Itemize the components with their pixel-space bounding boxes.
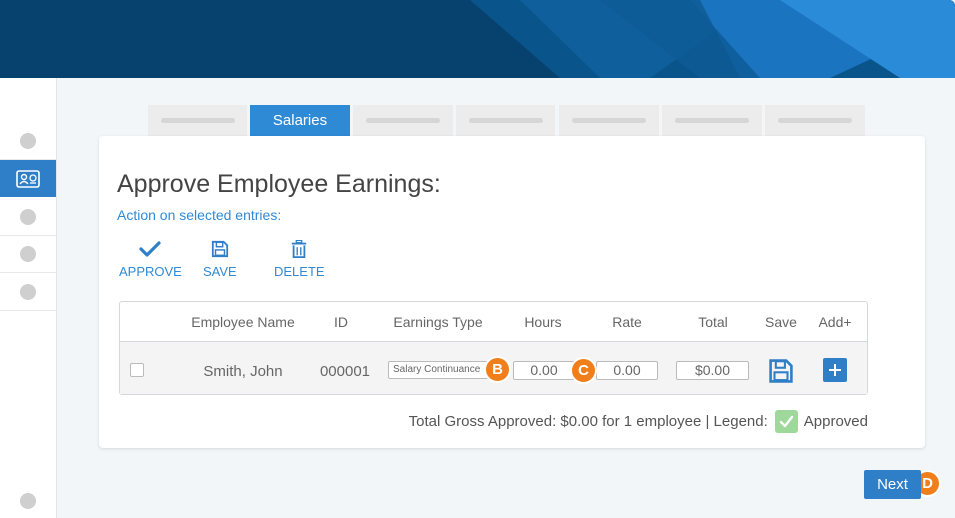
tab-1[interactable] [148, 105, 247, 136]
earnings-type-select[interactable]: Salary Continuance [388, 361, 488, 379]
tab-salaries[interactable]: Salaries [250, 105, 350, 136]
sidebar-item-employee[interactable] [0, 160, 56, 197]
tab-placeholder [675, 118, 749, 123]
trash-icon [292, 240, 307, 258]
table-header: Employee Name ID Earnings Type Hours Rat… [120, 302, 867, 342]
floppy-disk-icon [211, 240, 228, 258]
banner-graphic [0, 0, 955, 78]
sidebar-item-4[interactable] [0, 236, 56, 273]
col-earnings-type: Earnings Type [393, 314, 483, 330]
action-label: Action on selected entries: [117, 207, 282, 223]
earnings-card: Approve Employee Earnings: Action on sel… [99, 136, 925, 448]
tab-7[interactable] [765, 105, 865, 136]
sidebar [0, 78, 57, 518]
sidebar-placeholder-icon [20, 246, 36, 262]
sidebar-item-bottom[interactable] [0, 482, 56, 518]
save-label: SAVE [203, 264, 237, 279]
col-hours: Hours [524, 314, 562, 330]
total-field: $0.00 [676, 361, 749, 380]
sidebar-placeholder-icon [20, 492, 36, 509]
save-selected-button[interactable]: SAVE [203, 240, 237, 279]
employee-id-cell: 000001 [319, 363, 371, 380]
tab-placeholder [366, 118, 440, 123]
tab-placeholder [778, 118, 852, 123]
row-save-icon[interactable] [768, 358, 794, 384]
tab-5[interactable] [559, 105, 659, 136]
rate-input[interactable]: 0.00 [596, 361, 658, 380]
checkmark-icon [139, 241, 162, 257]
plus-icon [829, 364, 841, 376]
hours-input[interactable]: 0.00 [513, 361, 575, 380]
legend-check-icon [779, 415, 793, 428]
callout-badge-b: B [484, 356, 511, 383]
col-id: ID [334, 314, 348, 330]
next-button[interactable]: Next [864, 470, 921, 499]
approve-button[interactable]: APPROVE [119, 240, 182, 279]
delete-button[interactable]: DELETE [274, 240, 325, 279]
sidebar-item-5[interactable] [0, 274, 56, 311]
tab-label: Salaries [272, 112, 328, 129]
tab-placeholder [572, 118, 646, 123]
header-banner [0, 0, 955, 78]
col-rate: Rate [612, 314, 642, 330]
row-select-checkbox[interactable] [130, 363, 144, 377]
add-row-button[interactable] [823, 358, 847, 382]
sidebar-item-3[interactable] [0, 199, 56, 236]
summary-text: Total Gross Approved: $0.00 for 1 employ… [408, 413, 768, 430]
approve-label: APPROVE [119, 264, 182, 279]
sidebar-placeholder-icon [20, 133, 36, 149]
sidebar-placeholder-icon [20, 209, 36, 225]
page-title: Approve Employee Earnings: [117, 170, 441, 198]
callout-badge-c: C [570, 357, 597, 384]
employee-name-cell: Smith, John [203, 363, 283, 380]
tab-placeholder [160, 118, 235, 123]
sidebar-placeholder-icon [20, 284, 36, 300]
id-card-icon [16, 169, 40, 188]
tab-placeholder [468, 118, 543, 123]
sidebar-item-1[interactable] [0, 123, 56, 160]
col-employee-name: Employee Name [191, 314, 295, 330]
tab-3[interactable] [353, 105, 453, 136]
delete-label: DELETE [274, 264, 325, 279]
col-save: Save [765, 314, 797, 330]
col-add: Add+ [818, 314, 852, 330]
approved-legend-swatch [774, 410, 798, 433]
summary-line: Total Gross Approved: $0.00 for 1 employ… [409, 410, 868, 433]
tab-6[interactable] [662, 105, 762, 136]
col-total: Total [698, 314, 728, 330]
tab-4[interactable] [456, 105, 555, 136]
legend-label: Approved [803, 413, 868, 430]
